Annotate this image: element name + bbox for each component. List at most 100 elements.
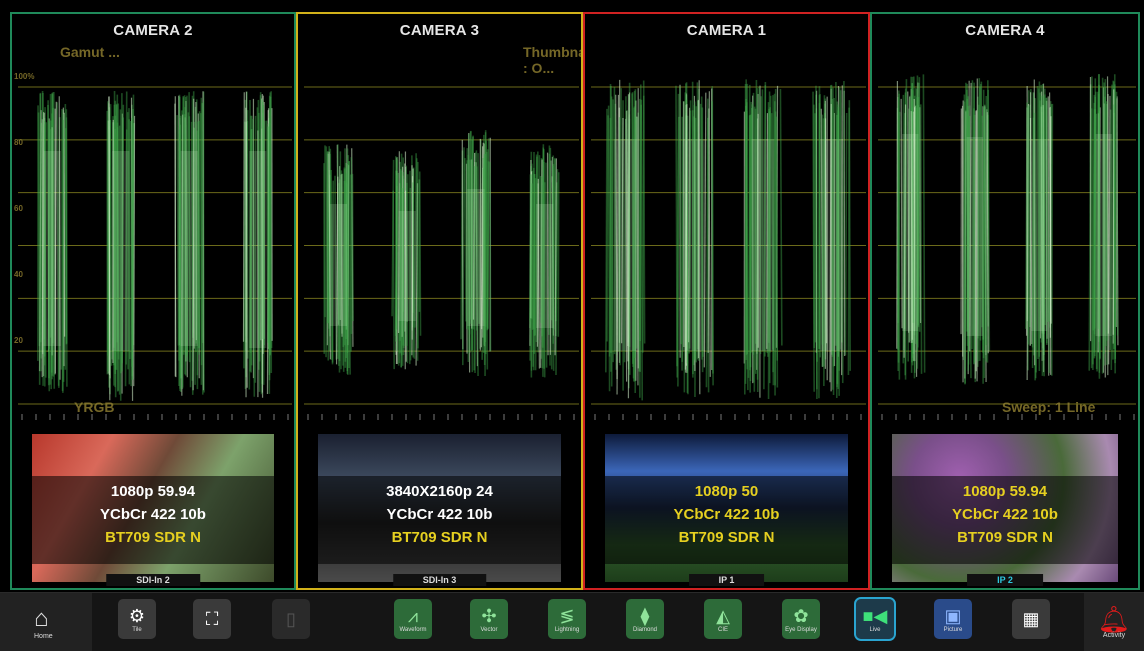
scope-mode-label: Sweep: 1 Line bbox=[1002, 399, 1095, 415]
waveform-trace bbox=[897, 74, 925, 379]
camera-panel-4[interactable]: CAMERA 4 Sweep: 1 Line 1080p 59.94YCbCr 42… bbox=[870, 12, 1140, 590]
waveform-trace bbox=[1089, 74, 1118, 379]
vector-button[interactable]: ✣Vector bbox=[470, 599, 508, 639]
picture-thumbnail[interactable]: 1080p 50YCbCr 422 10bBT709 SDR N bbox=[605, 434, 848, 582]
diamond-icon: ⧫ bbox=[641, 606, 650, 626]
signal-color-space: YCbCr 422 10b bbox=[605, 503, 848, 526]
signal-format: 1080p 50 bbox=[605, 480, 848, 503]
signal-info: 1080p 59.94YCbCr 422 10bBT709 SDR N bbox=[892, 476, 1118, 564]
waveform-scope bbox=[591, 69, 862, 426]
signal-format: 1080p 59.94 bbox=[32, 480, 274, 503]
signal-format: 3840X2160p 24 bbox=[318, 480, 561, 503]
source-label: SDI-In 3 bbox=[393, 574, 487, 586]
waveform-icon: ⩘ bbox=[408, 606, 418, 626]
lightning-button[interactable]: ≶Lightning bbox=[548, 599, 586, 639]
waveform-trace bbox=[676, 80, 713, 397]
signal-hdr: BT709 SDR N bbox=[318, 526, 561, 549]
waveform-scope bbox=[18, 69, 288, 426]
cie-label: CIE bbox=[718, 627, 728, 633]
signal-format: 1080p 59.94 bbox=[892, 480, 1118, 503]
scale-label: 20 bbox=[14, 336, 23, 345]
waveform-label: Waveform bbox=[399, 627, 426, 633]
fullscreen-button[interactable]: ⛶ bbox=[193, 599, 231, 639]
cie-icon: ◭ bbox=[716, 606, 730, 626]
tile-button[interactable]: ⚙Tile bbox=[118, 599, 156, 639]
signal-hdr: BT709 SDR N bbox=[892, 526, 1118, 549]
signal-color-space: YCbCr 422 10b bbox=[318, 503, 561, 526]
waveform-button[interactable]: ⩘Waveform bbox=[394, 599, 432, 639]
activity-label: Activity bbox=[1103, 632, 1125, 639]
source-label: IP 1 bbox=[689, 574, 765, 586]
eye-display-icon: ✿ bbox=[793, 606, 808, 626]
scope-mode-label: YRGB bbox=[74, 399, 114, 415]
scope-overlay-label: Thumbnail : O... bbox=[523, 44, 583, 76]
scale-label: 80 bbox=[14, 138, 23, 147]
split-icon: ▯ bbox=[286, 609, 296, 629]
scale-label: 40 bbox=[14, 270, 23, 279]
waveform-trace bbox=[530, 144, 559, 377]
live-button[interactable]: ■◀Live bbox=[856, 599, 894, 639]
signal-info: 1080p 59.94YCbCr 422 10bBT709 SDR N bbox=[32, 476, 274, 564]
signal-hdr: BT709 SDR N bbox=[32, 526, 274, 549]
signal-hdr: BT709 SDR N bbox=[605, 526, 848, 549]
source-label: IP 2 bbox=[967, 574, 1043, 586]
waveform-trace bbox=[175, 91, 204, 396]
waveform-trace bbox=[961, 78, 989, 384]
grid-button[interactable]: ▦ bbox=[1012, 599, 1050, 639]
waveform-trace bbox=[606, 80, 645, 400]
waveform-graph bbox=[304, 69, 579, 426]
bottom-toolbar: ⌂ Home ⚙Tile ⛶ ▯ ⩘Waveform ✣Vector ≶Lightning… bbox=[0, 592, 1144, 651]
waveform-trace bbox=[1026, 80, 1052, 381]
picture-button[interactable]: ▣Picture bbox=[934, 599, 972, 639]
camera-title: CAMERA 3 bbox=[298, 22, 581, 39]
picture-label: Picture bbox=[944, 627, 963, 633]
home-label: Home bbox=[34, 633, 53, 640]
eye-display-label: Eye Display bbox=[785, 627, 817, 633]
vector-icon: ✣ bbox=[481, 606, 496, 626]
camera-icon: ■◀ bbox=[863, 606, 888, 626]
lightning-label: Lightning bbox=[555, 627, 579, 633]
scope-overlay-label: Gamut ... bbox=[60, 44, 120, 60]
picture-thumbnail[interactable]: 1080p 59.94YCbCr 422 10bBT709 SDR N bbox=[892, 434, 1118, 582]
grid-icon: ▦ bbox=[1022, 609, 1039, 629]
picture-icon: ▣ bbox=[944, 606, 961, 626]
split-button[interactable]: ▯ bbox=[272, 599, 310, 639]
waveform-trace bbox=[324, 144, 353, 374]
camera-panel-2[interactable]: CAMERA 3 Thumbnail : O... 3840X2160p 24YCb… bbox=[296, 12, 583, 590]
signal-color-space: YCbCr 422 10b bbox=[32, 503, 274, 526]
cie-button[interactable]: ◭CIE bbox=[704, 599, 742, 639]
scale-label: 100% bbox=[14, 72, 34, 81]
camera-panel-3[interactable]: CAMERA 1Lines: all1080p 50YCbCr 422 10bB… bbox=[583, 12, 870, 590]
camera-title: CAMERA 1 bbox=[585, 22, 868, 39]
waveform-scope bbox=[878, 69, 1132, 426]
diamond-button[interactable]: ⧫Diamond bbox=[626, 599, 664, 639]
signal-info: 1080p 50YCbCr 422 10bBT709 SDR N bbox=[605, 476, 848, 564]
source-label: SDI-In 2 bbox=[106, 574, 200, 586]
live-label: Live bbox=[869, 627, 880, 633]
waveform-trace bbox=[244, 91, 273, 397]
waveform-monitor-screen: CAMERA 2 Gamut ... 100% 80 60 40 20 YRGB 1080p … bbox=[0, 0, 1144, 650]
waveform-trace bbox=[38, 91, 67, 393]
signal-color-space: YCbCr 422 10b bbox=[892, 503, 1118, 526]
signal-info: 3840X2160p 24YCbCr 422 10bBT709 SDR N bbox=[318, 476, 561, 564]
camera-title: CAMERA 2 bbox=[12, 22, 294, 39]
scale-label: 60 bbox=[14, 204, 23, 213]
waveform-graph bbox=[591, 69, 866, 426]
waveform-trace bbox=[461, 130, 490, 376]
waveform-graph bbox=[18, 69, 292, 426]
tile-label: Tile bbox=[132, 627, 141, 633]
waveform-scope bbox=[304, 69, 575, 426]
camera-title: CAMERA 4 bbox=[872, 22, 1138, 39]
picture-thumbnail[interactable]: 1080p 59.94YCbCr 422 10bBT709 SDR N bbox=[32, 434, 274, 582]
picture-thumbnail[interactable]: 3840X2160p 24YCbCr 422 10bBT709 SDR N bbox=[318, 434, 561, 582]
home-button[interactable]: ⌂ Home bbox=[0, 593, 92, 651]
diamond-label: Diamond bbox=[633, 627, 657, 633]
expand-icon: ⛶ bbox=[206, 609, 219, 629]
waveform-graph bbox=[878, 69, 1136, 426]
eye-display-button[interactable]: ✿Eye Display bbox=[782, 599, 820, 639]
waveform-trace bbox=[813, 81, 850, 399]
camera-panel-1[interactable]: CAMERA 2 Gamut ... 100% 80 60 40 20 YRGB 1080p … bbox=[10, 12, 296, 590]
vector-label: Vector bbox=[480, 627, 497, 633]
activity-button[interactable]: 🔔︎ Activity bbox=[1084, 593, 1144, 651]
home-icon: ⌂ bbox=[34, 605, 49, 633]
